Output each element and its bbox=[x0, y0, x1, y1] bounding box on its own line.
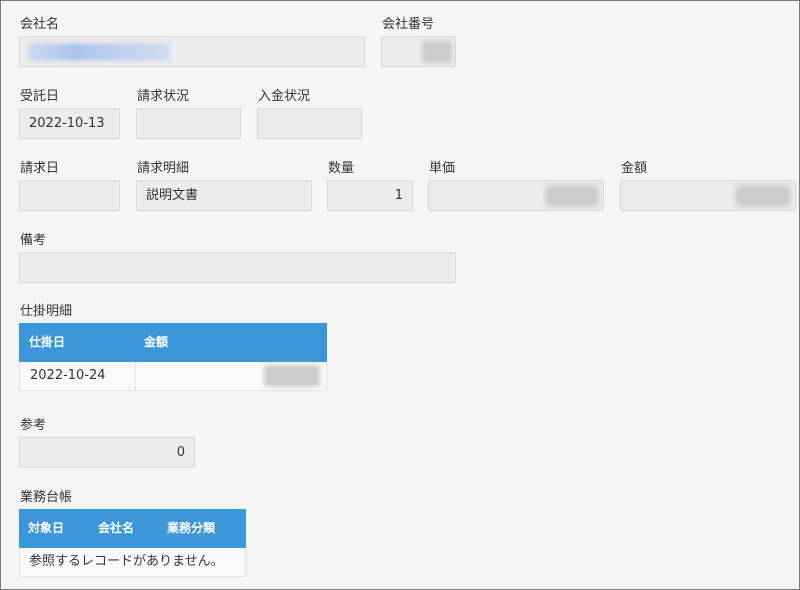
payment-status-field bbox=[257, 108, 362, 139]
quantity-label: 数量 bbox=[328, 161, 355, 176]
company-name-label: 会社名 bbox=[20, 17, 60, 32]
billing-date-field bbox=[19, 180, 120, 211]
redacted-amount bbox=[735, 185, 791, 207]
amount-field bbox=[620, 180, 796, 211]
company-number-field bbox=[381, 36, 456, 67]
wip-table-header: 仕掛日 金額 bbox=[19, 323, 327, 362]
redacted-wip-amount bbox=[264, 365, 320, 387]
ledger-table-header: 対象日 会社名 業務分類 bbox=[19, 509, 246, 548]
billing-date-label: 請求日 bbox=[20, 161, 60, 176]
reference-label: 参考 bbox=[20, 418, 47, 433]
ledger-empty-row: 参照するレコードがありません。 bbox=[19, 548, 246, 577]
record-detail-form: 会社名 会社番号 受託日 2022-10-13 請求状況 入金状況 請求日 請求… bbox=[0, 0, 800, 590]
billing-status-field bbox=[136, 108, 241, 139]
company-number-label: 会社番号 bbox=[382, 17, 435, 32]
unit-price-field bbox=[428, 180, 604, 211]
payment-status-label: 入金状況 bbox=[258, 89, 311, 104]
wip-header-amount: 金額 bbox=[144, 335, 169, 349]
remarks-label: 備考 bbox=[20, 233, 47, 248]
company-name-field bbox=[19, 36, 365, 67]
billing-detail-label: 請求明細 bbox=[137, 161, 190, 176]
redacted-company-number bbox=[422, 41, 452, 63]
wip-details-label: 仕掛明細 bbox=[20, 304, 73, 319]
ledger-header-target-date: 対象日 bbox=[28, 521, 65, 535]
business-ledger-table: 対象日 会社名 業務分類 参照するレコードがありません。 bbox=[19, 509, 246, 577]
table-row: 2022-10-24 bbox=[19, 362, 327, 391]
consign-date-label: 受託日 bbox=[20, 89, 60, 104]
wip-header-date: 仕掛日 bbox=[29, 335, 66, 349]
unit-price-label: 単価 bbox=[429, 161, 456, 176]
wip-row-date: 2022-10-24 bbox=[30, 368, 106, 383]
redacted-company-name bbox=[28, 43, 170, 61]
billing-status-label: 請求状況 bbox=[137, 89, 190, 104]
business-ledger-label: 業務台帳 bbox=[20, 490, 73, 505]
column-divider bbox=[135, 362, 136, 390]
redacted-unit-price bbox=[545, 185, 599, 207]
remarks-field bbox=[19, 252, 456, 283]
quantity-field: 1 bbox=[327, 180, 413, 211]
wip-details-table: 仕掛日 金額 2022-10-24 bbox=[19, 323, 327, 391]
ledger-header-category: 業務分類 bbox=[167, 521, 216, 535]
amount-label: 金額 bbox=[621, 161, 648, 176]
consign-date-field: 2022-10-13 bbox=[19, 108, 120, 139]
reference-field: 0 bbox=[19, 437, 195, 468]
billing-detail-field: 説明文書 bbox=[136, 180, 312, 211]
ledger-empty-message: 参照するレコードがありません。 bbox=[29, 554, 224, 569]
ledger-header-company: 会社名 bbox=[98, 521, 135, 535]
